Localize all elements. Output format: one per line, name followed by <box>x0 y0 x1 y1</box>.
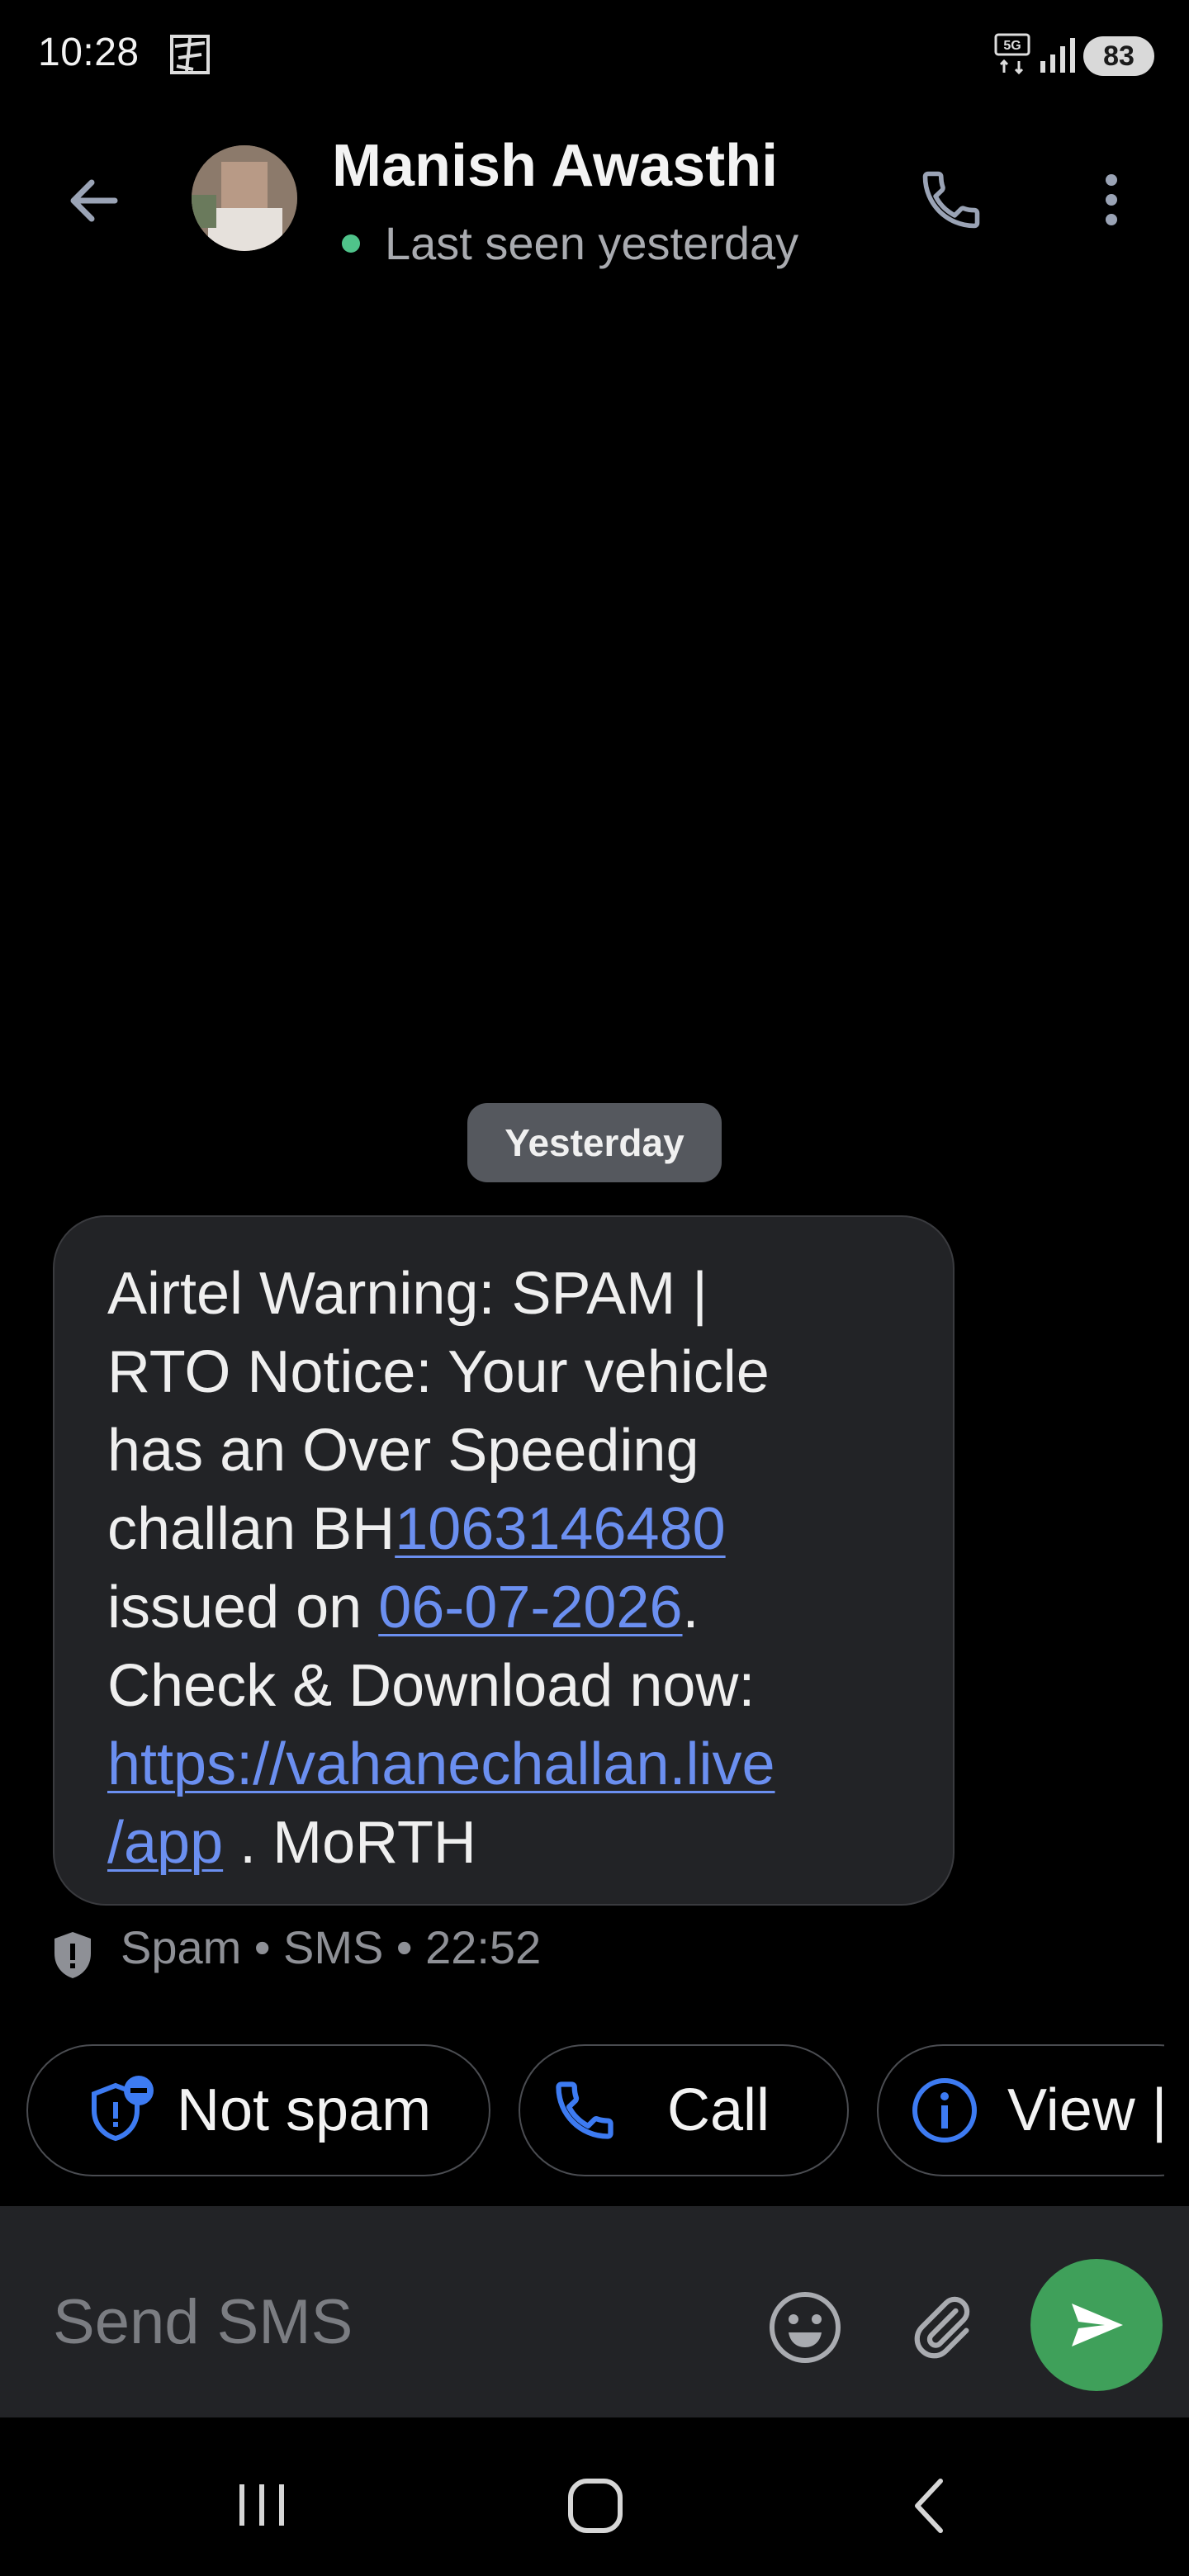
info-icon <box>908 2074 981 2147</box>
attachment-icon[interactable] <box>902 2287 983 2368</box>
sms-input[interactable] <box>53 2280 697 2363</box>
5g-icon: 5G <box>994 33 1030 76</box>
avatar[interactable] <box>192 145 297 251</box>
message-bubble[interactable]: Airtel Warning: SPAM | RTO Notice: Your … <box>53 1215 955 1906</box>
message-line: Airtel Warning: SPAM | <box>107 1261 708 1327</box>
send-icon <box>1072 2304 1123 2346</box>
more-options-icon[interactable] <box>1082 162 1141 238</box>
phone-icon[interactable] <box>913 162 989 238</box>
spam-shield-icon <box>50 1929 96 1982</box>
view-label: View | <box>1007 2077 1164 2143</box>
back-arrow-icon[interactable] <box>58 165 129 236</box>
recents-icon[interactable] <box>216 2464 307 2546</box>
not-spam-shield-icon <box>84 2074 157 2147</box>
message-line: https://vahanechallan.live <box>107 1726 902 1804</box>
send-button[interactable] <box>1030 2259 1163 2391</box>
issued-date-link[interactable]: 06-07-2026 <box>378 1574 682 1641</box>
call-phone-icon <box>548 2074 621 2147</box>
suggestion-chips: Not spam Call View | <box>0 2044 1164 2180</box>
message-line: /app . MoRTH <box>107 1804 902 1882</box>
call-label: Call <box>667 2077 770 2143</box>
url-link[interactable]: https://vahanechallan.live <box>107 1731 775 1797</box>
contact-name[interactable]: Manish Awasthi <box>332 132 778 200</box>
view-button[interactable]: View | <box>877 2044 1164 2176</box>
url-link-continued[interactable]: /app <box>107 1810 223 1876</box>
online-status-dot <box>342 234 360 253</box>
message-line: has an Over Speeding <box>107 1418 699 1484</box>
status-time: 10:28 <box>38 31 140 74</box>
message-text: . MoRTH <box>223 1810 476 1876</box>
challan-number-link[interactable]: 1063146480 <box>395 1496 725 1562</box>
home-icon[interactable] <box>550 2460 641 2551</box>
notification-icon <box>168 33 211 76</box>
message-meta: Spam • SMS • 22:52 <box>121 1921 542 1973</box>
not-spam-button[interactable]: Not spam <box>26 2044 490 2176</box>
message-text: issued on <box>107 1574 379 1641</box>
message-text: challan BH <box>107 1496 396 1562</box>
message-line: Check & Download now: <box>107 1653 756 1719</box>
call-button[interactable]: Call <box>519 2044 849 2176</box>
message-line: challan BH1063146480 <box>107 1490 902 1569</box>
emoji-icon[interactable] <box>765 2287 846 2368</box>
nav-back-icon[interactable] <box>883 2460 974 2551</box>
message-line: RTO Notice: Your vehicle <box>107 1339 770 1405</box>
battery-indicator: 83 <box>1083 36 1154 76</box>
message-line: issued on 06-07-2026. <box>107 1569 902 1647</box>
date-separator: Yesterday <box>467 1103 722 1182</box>
message-text: . <box>682 1574 699 1641</box>
svg-text:5G: 5G <box>1003 39 1021 53</box>
signal-icon <box>1037 33 1080 76</box>
not-spam-label: Not spam <box>177 2077 432 2143</box>
last-seen-status: Last seen yesterday <box>385 217 799 269</box>
